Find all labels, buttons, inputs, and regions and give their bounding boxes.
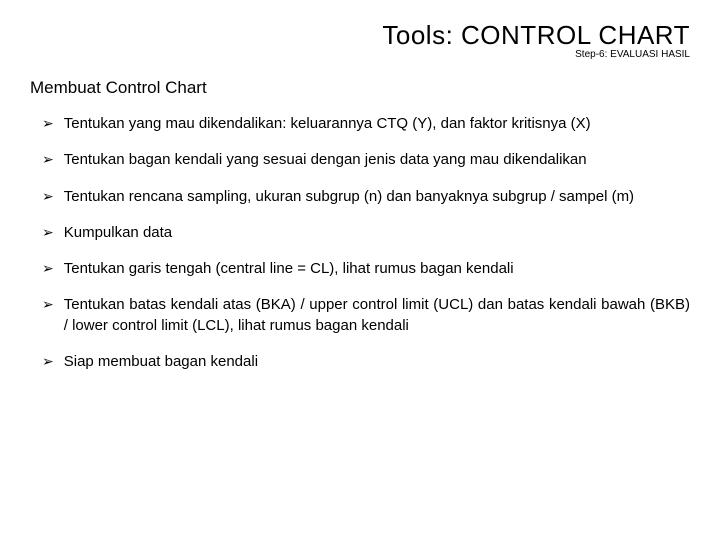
list-item: ➢ Tentukan bagan kendali yang sesuai den… bbox=[42, 150, 690, 170]
page-title: Tools: CONTROL CHART bbox=[30, 20, 690, 51]
bullet-icon: ➢ bbox=[42, 295, 54, 315]
list-item: ➢ Tentukan garis tengah (central line = … bbox=[42, 259, 690, 279]
bullet-list: ➢ Tentukan yang mau dikendalikan: keluar… bbox=[30, 114, 690, 372]
list-item: ➢ Kumpulkan data bbox=[42, 223, 690, 243]
list-item-text: Tentukan rencana sampling, ukuran subgru… bbox=[64, 187, 690, 207]
list-item-text: Tentukan yang mau dikendalikan: keluaran… bbox=[64, 114, 690, 134]
list-item: ➢ Tentukan yang mau dikendalikan: keluar… bbox=[42, 114, 690, 134]
bullet-icon: ➢ bbox=[42, 187, 54, 207]
list-item: ➢ Tentukan rencana sampling, ukuran subg… bbox=[42, 187, 690, 207]
bullet-icon: ➢ bbox=[42, 150, 54, 170]
bullet-icon: ➢ bbox=[42, 114, 54, 134]
list-item-text: Tentukan garis tengah (central line = CL… bbox=[64, 259, 690, 279]
list-item-text: Tentukan bagan kendali yang sesuai denga… bbox=[64, 150, 690, 170]
list-item: ➢ Tentukan batas kendali atas (BKA) / up… bbox=[42, 295, 690, 336]
list-item-text: Kumpulkan data bbox=[64, 223, 690, 243]
slide-container: Tools: CONTROL CHART Step-6: EVALUASI HA… bbox=[0, 0, 720, 540]
page-subtitle: Step-6: EVALUASI HASIL bbox=[30, 49, 690, 60]
list-item-text: Tentukan batas kendali atas (BKA) / uppe… bbox=[64, 295, 690, 336]
bullet-icon: ➢ bbox=[42, 223, 54, 243]
list-item: ➢ Siap membuat bagan kendali bbox=[42, 352, 690, 372]
bullet-icon: ➢ bbox=[42, 259, 54, 279]
bullet-icon: ➢ bbox=[42, 352, 54, 372]
section-heading: Membuat Control Chart bbox=[30, 78, 690, 98]
list-item-text: Siap membuat bagan kendali bbox=[64, 352, 690, 372]
